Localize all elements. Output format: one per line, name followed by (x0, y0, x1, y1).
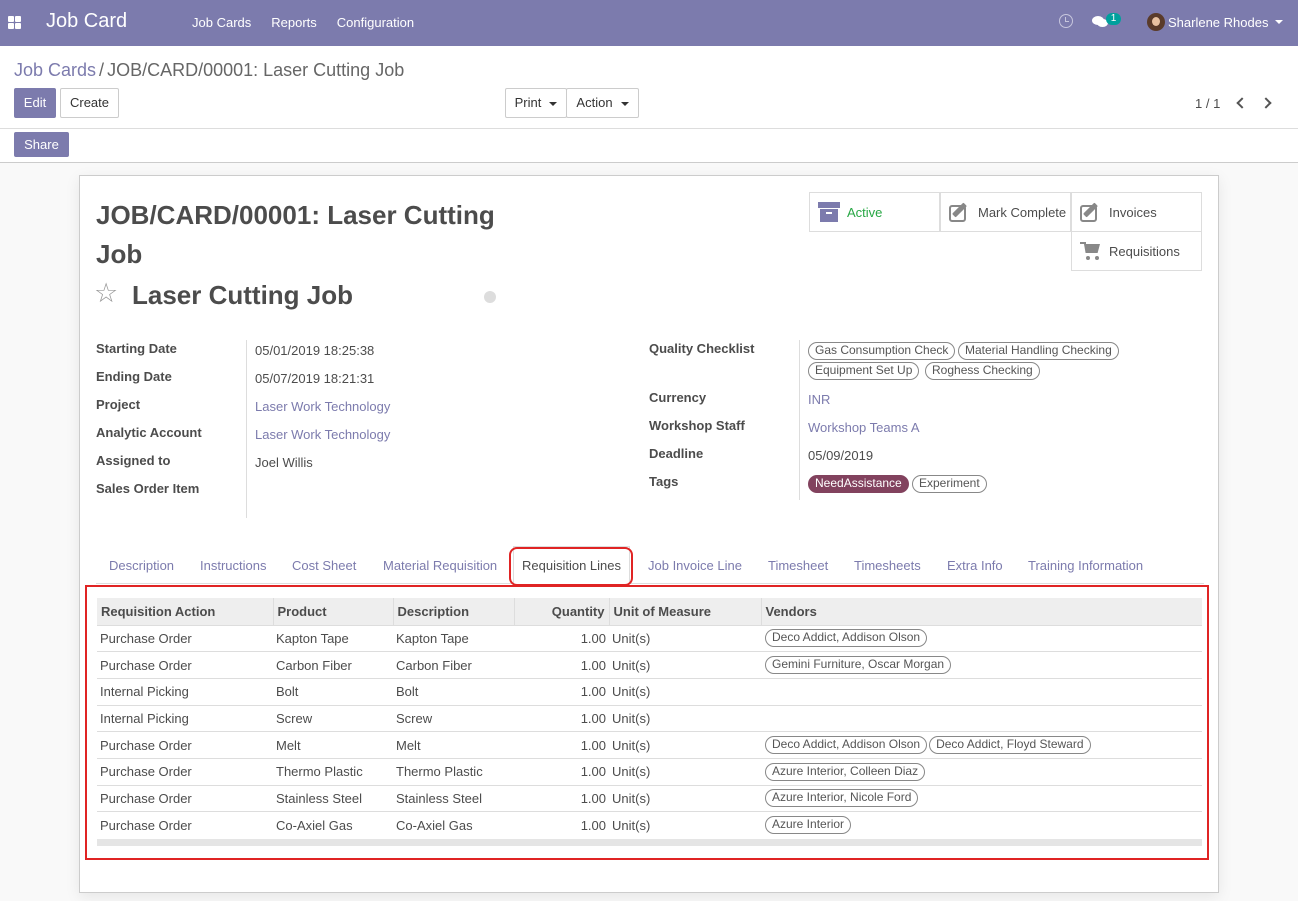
tab-instructions[interactable]: Instructions (200, 558, 266, 573)
tab-cost-sheet[interactable]: Cost Sheet (292, 558, 356, 573)
field-label-currency: Currency (649, 390, 707, 405)
user-menu[interactable]: Sharlene Rhodes (1168, 15, 1268, 30)
mark-complete-label: Mark Complete (978, 205, 1067, 220)
field-assigned-to: Joel Willis (255, 455, 313, 470)
checklist-tag[interactable]: Roghess Checking (925, 362, 1040, 380)
requisitions-button[interactable]: Requisitions (1071, 231, 1202, 271)
field-divider-left (246, 340, 247, 518)
breadcrumb-current: JOB/CARD/00001: Laser Cutting Job (107, 60, 405, 80)
star-icon[interactable]: ☆ (94, 280, 118, 307)
field-label-analytic-account: Analytic Account (96, 425, 202, 440)
print-label: Print (514, 95, 542, 110)
invoices-button[interactable]: Invoices (1071, 192, 1202, 232)
active-button[interactable]: Active (809, 192, 940, 232)
active-label: Active (847, 205, 883, 220)
field-label-assigned-to: Assigned to (96, 453, 171, 468)
breadcrumb-parent[interactable]: Job Cards (14, 60, 96, 80)
field-deadline: 05/09/2019 (808, 448, 874, 463)
field-label-quality-checklist: Quality Checklist (649, 341, 755, 356)
main-menu: Job Cards Reports Configuration (182, 15, 424, 30)
field-currency-link[interactable]: INR (808, 392, 830, 407)
print-button[interactable]: Print (505, 88, 567, 118)
app-title[interactable]: Job Card (46, 10, 127, 33)
requisitions-label: Requisitions (1109, 244, 1180, 259)
record-title: JOB/CARD/00001: Laser Cutting Job (96, 200, 495, 269)
chevron-down-icon[interactable] (1275, 20, 1283, 24)
field-starting-date: 05/01/2019 18:25:38 (255, 343, 375, 358)
field-analytic-account-link[interactable]: Laser Work Technology (255, 427, 390, 442)
field-workshop-staff-link[interactable]: Workshop Teams A (808, 420, 920, 435)
field-label-sales-order-item: Sales Order Item (96, 481, 200, 496)
field-label-project: Project (96, 397, 141, 412)
field-divider-right (799, 340, 800, 500)
share-button[interactable]: Share (14, 132, 69, 157)
messages-badge: 1 (1106, 13, 1121, 25)
status-dot[interactable] (484, 291, 496, 303)
edit-icon (1080, 202, 1102, 222)
field-label-deadline: Deadline (649, 446, 704, 461)
tab-description[interactable]: Description (109, 558, 174, 573)
checklist-tag[interactable]: Equipment Set Up (808, 362, 920, 380)
field-ending-date: 05/07/2019 18:21:31 (255, 371, 375, 386)
top-navbar: Job Card Job Cards Reports Configuration… (0, 0, 1298, 46)
checklist-tag[interactable]: Gas Consumption Check (808, 342, 956, 360)
tag-badge[interactable]: NeedAssistance (808, 475, 909, 493)
invoices-label: Invoices (1109, 205, 1157, 220)
tab-training-information[interactable]: Training Information (1028, 558, 1143, 573)
breadcrumb-separator: / (99, 60, 105, 80)
table-highlight-box (85, 585, 1209, 860)
field-label-starting-date: Starting Date (96, 341, 177, 356)
control-panel: Job Cards / JOB/CARD/00001: Laser Cutting … (0, 46, 1298, 163)
smart-button-box: Active Mark Complete Invoices Requisitio… (809, 192, 1203, 271)
archive-icon (818, 202, 840, 222)
breadcrumb: Job Cards / JOB/CARD/00001: Laser Cutting … (14, 60, 404, 81)
chevron-down-icon (620, 101, 629, 106)
apps-menu-icon[interactable] (8, 16, 21, 29)
record-name: Laser Cutting Job (132, 280, 354, 310)
edit-button[interactable]: Edit (14, 88, 56, 118)
menu-item-reports[interactable]: Reports (271, 15, 317, 30)
tab-extra-info[interactable]: Extra Info (947, 558, 1003, 573)
action-button[interactable]: Action (566, 88, 639, 118)
tab-job-invoice-line[interactable]: Job Invoice Line (648, 558, 742, 573)
tab-material-requisition[interactable]: Material Requisition (383, 558, 497, 573)
edit-icon (949, 202, 971, 222)
tag-badge[interactable]: Experiment (912, 475, 987, 493)
create-button[interactable]: Create (60, 88, 119, 118)
tab-highlight-box (509, 547, 633, 586)
tab-timesheet[interactable]: Timesheet (768, 558, 828, 573)
mark-complete-button[interactable]: Mark Complete (940, 192, 1071, 232)
chevron-down-icon (549, 101, 558, 106)
tab-timesheets[interactable]: Timesheets (854, 558, 921, 573)
checklist-tag[interactable]: Material Handling Checking (958, 342, 1119, 360)
pager-value[interactable]: 1 / 1 (1195, 96, 1220, 111)
user-avatar[interactable] (1147, 13, 1165, 31)
field-project-link[interactable]: Laser Work Technology (255, 399, 390, 414)
field-label-tags: Tags (649, 474, 679, 489)
chevron-left-icon[interactable] (1236, 97, 1248, 109)
notebook-tabs: Description Instructions Cost Sheet Mate… (96, 546, 1204, 585)
chevron-right-icon[interactable] (1260, 97, 1272, 109)
clock-icon[interactable] (1059, 14, 1073, 28)
menu-item-configuration[interactable]: Configuration (337, 15, 414, 30)
field-label-ending-date: Ending Date (96, 369, 172, 384)
action-label: Action (576, 95, 613, 110)
cart-icon (1080, 241, 1102, 261)
field-label-workshop-staff: Workshop Staff (649, 418, 745, 433)
menu-item-job-cards[interactable]: Job Cards (192, 15, 251, 30)
control-divider (0, 128, 1298, 129)
